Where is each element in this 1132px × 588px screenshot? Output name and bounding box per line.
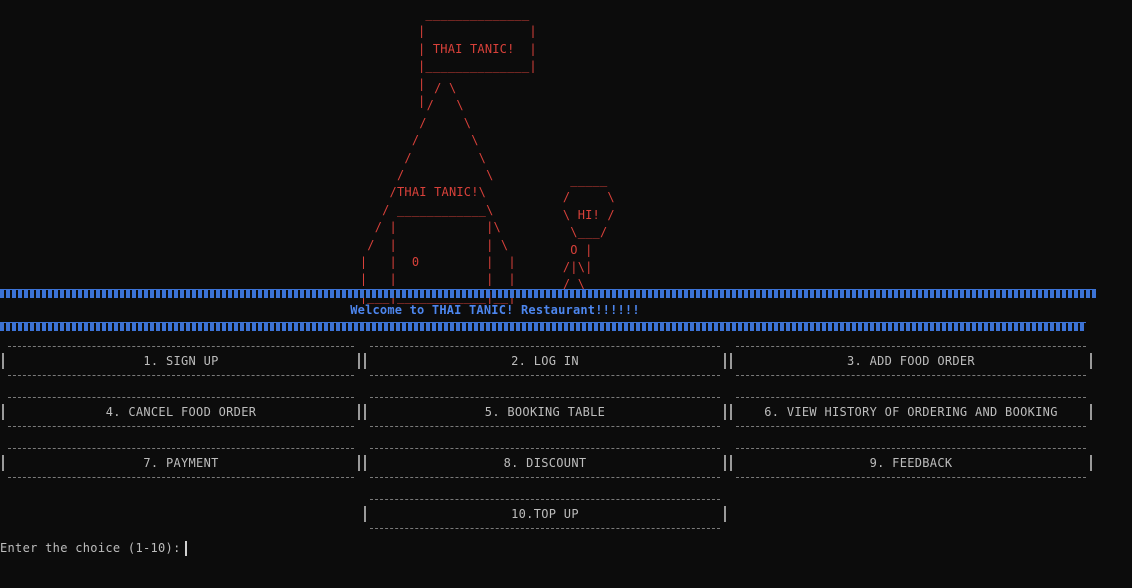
welcome-message: Welcome to THAI TANIC! Restaurant!!!!!! <box>350 303 640 317</box>
separator-bottom <box>0 322 1086 331</box>
menu-item-label: 5. BOOKING TABLE <box>484 405 606 419</box>
terminal-window: ______________ | | | THAI TANIC! | |____… <box>0 0 1132 588</box>
choice-prompt-label: Enter the choice (1-10): <box>0 541 181 555</box>
menu-item-label: 4. CANCEL FOOD ORDER <box>105 405 257 419</box>
house-ascii-art: / \ / \ / \ / \ / \ / \ /THAI TANIC!\ / … <box>359 81 516 304</box>
menu-item-booking-table[interactable]: 5. BOOKING TABLE <box>362 395 728 429</box>
menu-item-cancel-food-order[interactable]: 4. CANCEL FOOD ORDER <box>0 395 362 429</box>
menu-item-label: 3. ADD FOOD ORDER <box>847 354 975 368</box>
menu-item-discount[interactable]: 8. DISCOUNT <box>362 446 728 480</box>
menu-item-label: 7. PAYMENT <box>143 456 219 470</box>
menu-item-add-food-order[interactable]: 3. ADD FOOD ORDER <box>728 344 1094 378</box>
menu-item-label: 8. DISCOUNT <box>503 456 587 470</box>
menu-item-label: 10.TOP UP <box>511 507 579 521</box>
greeter-ascii-art: _____ / \ \ HI! / \___/ O | /|\| / \ <box>562 173 615 292</box>
menu-item-label: 9. FEEDBACK <box>869 456 953 470</box>
text-cursor <box>184 541 187 556</box>
menu-item-sign-up[interactable]: 1. SIGN UP <box>0 344 362 378</box>
menu-item-view-history[interactable]: 6. VIEW HISTORY OF ORDERING AND BOOKING <box>728 395 1094 429</box>
menu-item-payment[interactable]: 7. PAYMENT <box>0 446 362 480</box>
menu-item-label: 6. VIEW HISTORY OF ORDERING AND BOOKING <box>764 405 1058 419</box>
separator-top <box>0 289 1096 298</box>
menu-item-label: 2. LOG IN <box>511 354 579 368</box>
menu-item-log-in[interactable]: 2. LOG IN <box>362 344 728 378</box>
menu-item-top-up[interactable]: 10.TOP UP <box>362 497 728 531</box>
menu-item-feedback[interactable]: 9. FEEDBACK <box>728 446 1094 480</box>
choice-prompt[interactable]: Enter the choice (1-10): <box>0 540 187 556</box>
menu-item-label: 1. SIGN UP <box>143 354 219 368</box>
